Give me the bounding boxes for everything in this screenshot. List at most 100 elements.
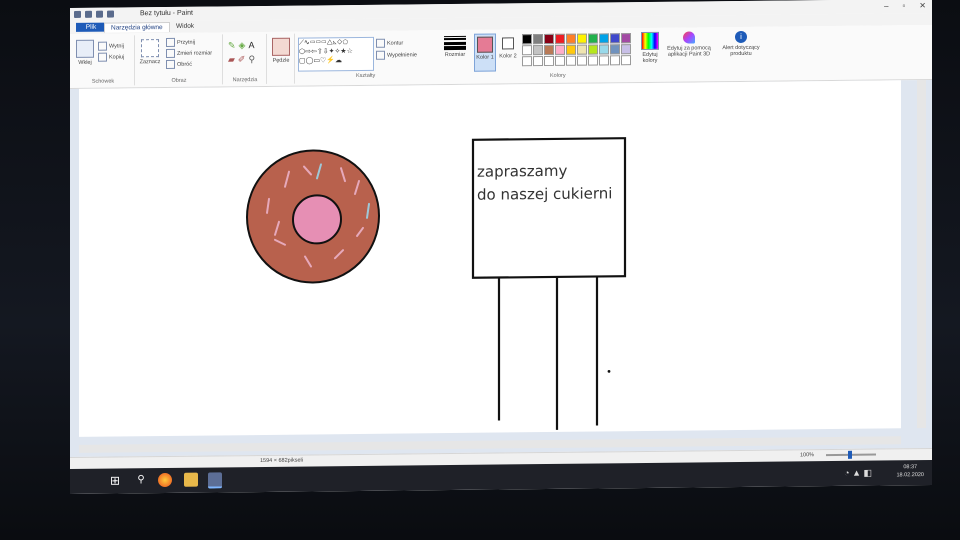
zoom-slider[interactable] <box>826 450 876 459</box>
tab-home[interactable]: Narzędzia główne <box>104 21 170 33</box>
product-alert-button[interactable]: i Alert dotyczący produktu <box>720 30 762 57</box>
rotate-button[interactable]: Obróć <box>166 59 192 69</box>
paint-app-icon <box>74 10 81 18</box>
size-button[interactable]: Rozmiar <box>444 35 466 58</box>
palette-swatch[interactable] <box>566 44 576 55</box>
palette-swatch[interactable] <box>621 44 631 55</box>
copy-label: Kopiuj <box>109 54 125 61</box>
palette-swatch-empty[interactable] <box>577 55 587 66</box>
palette-swatch-empty[interactable] <box>599 55 609 66</box>
vertical-scrollbar[interactable] <box>917 80 926 429</box>
stray-dot <box>607 369 611 373</box>
paste-button[interactable]: Wklej <box>74 39 96 66</box>
crop-button[interactable]: Przytnij <box>166 37 196 47</box>
resize-button[interactable]: Zmień rozmiar <box>166 48 213 58</box>
tray-icons[interactable]: ◔ ▲ ◧ <box>844 468 872 478</box>
palette-swatch-empty[interactable] <box>566 55 576 66</box>
line-width-icon <box>444 35 466 51</box>
palette-swatch[interactable] <box>566 33 576 44</box>
palette-swatch[interactable] <box>588 33 598 44</box>
outline-label: Kontur <box>387 40 404 47</box>
palette-swatch[interactable] <box>577 33 587 44</box>
fill-dropdown[interactable]: Wypełnienie <box>376 50 417 60</box>
select-button[interactable]: Zaznacz <box>138 39 162 65</box>
paint3d-label: Edytuj za pomocą aplikacji Paint 3D <box>667 45 711 58</box>
color2-swatch <box>502 37 514 50</box>
color2-button[interactable]: Kolor 2 <box>498 33 518 60</box>
paint-window: Bez tytułu - Paint – ▫ ✕ Plik Narzędzia … <box>70 0 932 494</box>
maximize-button[interactable]: ▫ <box>902 1 905 10</box>
outline-dropdown[interactable]: Kontur <box>376 38 404 48</box>
palette-swatch-empty[interactable] <box>555 55 565 66</box>
edit-colors-button[interactable]: Edytuj kolory <box>640 31 660 64</box>
palette-swatch[interactable] <box>599 33 609 44</box>
file-explorer-icon[interactable] <box>184 472 198 487</box>
palette-swatch-empty[interactable] <box>544 55 554 67</box>
copy-button[interactable]: Kopiuj <box>98 52 125 62</box>
palette-swatch[interactable] <box>599 44 609 55</box>
crop-label: Przytnij <box>177 39 196 46</box>
palette-swatch-empty[interactable] <box>621 55 631 66</box>
undo-icon[interactable] <box>96 10 103 18</box>
brushes-group: Pędzle <box>268 33 295 84</box>
palette-swatch[interactable] <box>621 33 631 44</box>
brush-icon <box>272 37 290 56</box>
save-icon[interactable] <box>85 10 92 18</box>
close-button[interactable]: ✕ <box>919 1 926 10</box>
palette-swatch[interactable] <box>610 33 620 44</box>
brushes-button[interactable]: Pędzle <box>270 37 292 64</box>
tab-view[interactable]: Widok <box>170 22 200 31</box>
clock[interactable]: 08:37 18.02.2020 <box>896 463 924 479</box>
zoom-slider-thumb[interactable] <box>848 450 852 459</box>
color1-swatch <box>477 36 493 53</box>
text-icon[interactable]: A <box>248 40 257 50</box>
paint-taskbar-icon[interactable] <box>208 472 222 489</box>
shapes-gallery[interactable]: ⟋∿▭▭▭△◺◇⬠ ⬡⇨⇦⇧⇩✦✧★☆ ▢◯▭♡⚡☁ <box>298 36 374 72</box>
palette-swatch[interactable] <box>533 45 543 56</box>
pencil-icon[interactable]: ✎ <box>228 40 239 50</box>
palette-swatch[interactable] <box>555 44 565 55</box>
canvas-drawing <box>246 137 627 430</box>
palette-swatch[interactable] <box>610 44 620 55</box>
palette-swatch-empty[interactable] <box>610 55 620 66</box>
palette-swatch[interactable] <box>544 44 554 56</box>
colors-group-label: Kolory <box>550 72 566 79</box>
select-icon <box>141 39 159 58</box>
palette-swatch[interactable] <box>533 34 543 45</box>
eraser-icon[interactable]: ▰ <box>228 54 238 64</box>
rotate-icon <box>166 59 175 69</box>
tab-file[interactable]: Plik <box>76 22 106 32</box>
drawing-canvas[interactable]: zapraszamy do naszej cukierni <box>79 80 901 437</box>
image-group: Zaznacz Przytnij Zmień rozmiar Obróć Obr… <box>136 34 223 86</box>
palette-swatch[interactable] <box>555 33 565 44</box>
resize-icon <box>166 48 175 58</box>
start-windows-icon[interactable]: ⊞ <box>108 473 122 487</box>
palette-swatch[interactable] <box>544 33 554 45</box>
palette-swatch[interactable] <box>522 45 532 56</box>
monitor-bezel: Bez tytułu - Paint – ▫ ✕ Plik Narzędzia … <box>0 0 960 540</box>
palette-swatch-empty[interactable] <box>522 56 532 67</box>
minimize-button[interactable]: – <box>884 1 888 10</box>
color1-button[interactable]: Kolor 1 <box>474 33 496 72</box>
crop-icon <box>166 37 175 47</box>
shapes-group-label: Kształty <box>356 72 376 80</box>
magnifier-icon[interactable]: ⚲ <box>248 54 258 64</box>
search-icon[interactable]: ⚲ <box>134 473 148 487</box>
palette-swatch[interactable] <box>522 34 532 45</box>
copy-icon <box>98 52 107 62</box>
paint3d-button[interactable]: Edytuj za pomocą aplikacji Paint 3D <box>666 31 712 58</box>
palette-swatch[interactable] <box>588 44 598 55</box>
sign-text-line-1: zapraszamy <box>477 161 568 181</box>
color-picker-icon[interactable]: ✐ <box>238 54 249 64</box>
palette-swatch-empty[interactable] <box>588 55 598 66</box>
sign-board <box>471 137 627 279</box>
quick-access-toolbar <box>74 10 114 18</box>
redo-icon[interactable] <box>107 10 114 18</box>
firefox-icon[interactable] <box>158 472 172 488</box>
palette-swatch[interactable] <box>577 44 587 55</box>
fill-icon[interactable]: ◈ <box>239 40 249 50</box>
tools-row-2: ▰✐⚲ <box>228 54 258 65</box>
resize-label: Zmień rozmiar <box>177 50 213 57</box>
palette-swatch-empty[interactable] <box>533 56 543 67</box>
cut-button[interactable]: Wytnij <box>98 41 124 51</box>
